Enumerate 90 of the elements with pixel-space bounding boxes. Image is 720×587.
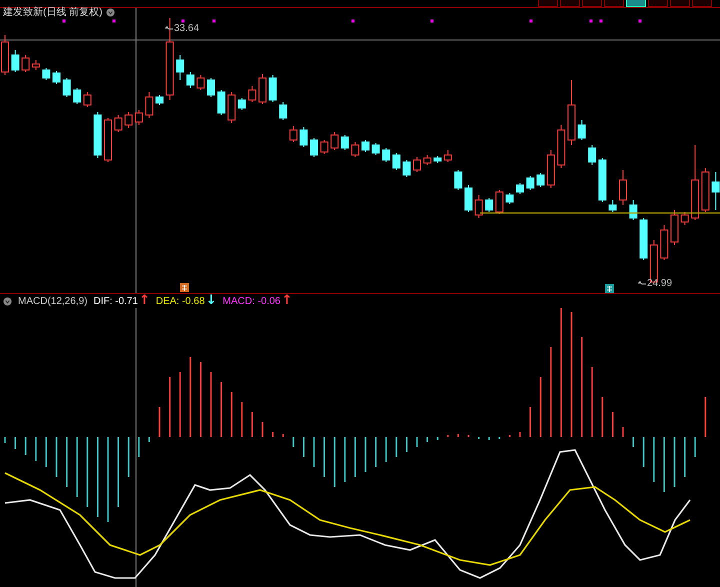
indicator-value: MACD: -0.06 — [222, 296, 280, 306]
indicator-value: DIF: -0.71 — [93, 296, 138, 306]
candlestick — [52, 70, 60, 84]
price-label: 24.99 — [647, 278, 672, 289]
trend-arrow: ↑ — [281, 295, 292, 307]
candlestick — [474, 194, 483, 218]
candlestick — [382, 148, 390, 162]
trend-arrow: ↓ — [206, 295, 217, 307]
signal-badge-icon — [605, 284, 614, 293]
candlestick — [42, 68, 50, 80]
candlestick — [588, 144, 596, 166]
candlestick — [546, 150, 555, 188]
price-label: 33.64 — [174, 23, 200, 34]
candlestick — [104, 118, 112, 162]
candlestick — [351, 142, 360, 158]
candlestick — [268, 74, 277, 102]
candlestick — [660, 224, 668, 260]
candlestick — [11, 50, 20, 72]
indicator-value: DEA: -0.68 — [156, 296, 205, 306]
candlestick — [629, 200, 638, 220]
candlestick — [300, 126, 308, 148]
trend-arrow: ↑ — [138, 295, 150, 307]
candlestick — [506, 192, 514, 204]
candlestick — [640, 218, 648, 260]
pointer-arrow-icon — [638, 280, 646, 286]
toolbar-button[interactable] — [670, 0, 690, 7]
candlestick — [310, 138, 318, 158]
candlestick — [516, 182, 524, 194]
candlestick — [619, 170, 627, 206]
candlestick — [207, 78, 215, 98]
candlestick — [156, 94, 164, 106]
toolbar-button[interactable] — [692, 0, 712, 7]
candlestick — [228, 92, 236, 124]
dropdown-icon[interactable] — [106, 8, 116, 17]
candlestick — [413, 156, 421, 172]
candlestick — [1, 34, 9, 76]
candlestick — [454, 170, 462, 190]
candlestick — [145, 92, 154, 118]
candlestick — [372, 142, 380, 156]
candlestick — [248, 86, 256, 102]
candlestick — [670, 210, 678, 246]
candlestick — [423, 154, 432, 166]
candlestick — [568, 80, 576, 146]
candlestick — [114, 114, 122, 132]
candlestick — [536, 172, 545, 188]
candlestick — [320, 140, 328, 154]
candlestick — [134, 110, 143, 126]
candlestick — [217, 90, 226, 116]
candlestick — [176, 54, 184, 80]
candlestick — [598, 158, 606, 202]
candlestick — [94, 112, 102, 158]
candlestick — [402, 160, 411, 178]
toolbar-button[interactable] — [648, 0, 668, 7]
candlestick — [526, 176, 534, 190]
candlestick — [444, 150, 452, 162]
candlestick — [238, 98, 246, 110]
candlestick — [32, 60, 40, 70]
candlestick — [258, 74, 266, 104]
toolbar-button[interactable] — [604, 0, 624, 7]
candlestick — [196, 74, 205, 90]
toolbar-button[interactable] — [582, 0, 602, 7]
candlestick — [279, 102, 288, 120]
candlestick — [680, 212, 689, 226]
candlestick — [578, 120, 586, 140]
candlestick — [392, 152, 400, 170]
candlestick — [485, 198, 494, 212]
toolbar-button[interactable] — [560, 0, 580, 7]
dropdown-icon[interactable] — [3, 296, 12, 306]
candlestick — [73, 88, 82, 104]
chart-title: 建发致新(日线 前复权) — [3, 7, 102, 18]
pointer-arrow-icon — [165, 26, 173, 32]
candlestick — [22, 54, 30, 72]
candlestick — [434, 156, 442, 164]
candlestick — [495, 190, 504, 214]
candlestick — [330, 132, 339, 150]
candlestick — [62, 78, 71, 98]
candlestick — [608, 200, 617, 212]
candlestick — [362, 140, 370, 152]
toolbar-button[interactable] — [538, 0, 558, 7]
candlestick — [186, 72, 194, 88]
candlestick — [712, 172, 720, 210]
candlestick — [557, 124, 566, 168]
candlestick — [289, 126, 298, 142]
indicator-name: MACD(12,26,9) — [18, 296, 88, 306]
signal-badge-icon — [180, 283, 189, 292]
candlestick — [124, 112, 133, 128]
candlestick — [340, 134, 349, 150]
candlestick — [83, 92, 92, 108]
candlestick — [464, 184, 472, 212]
candlestick — [701, 168, 710, 212]
